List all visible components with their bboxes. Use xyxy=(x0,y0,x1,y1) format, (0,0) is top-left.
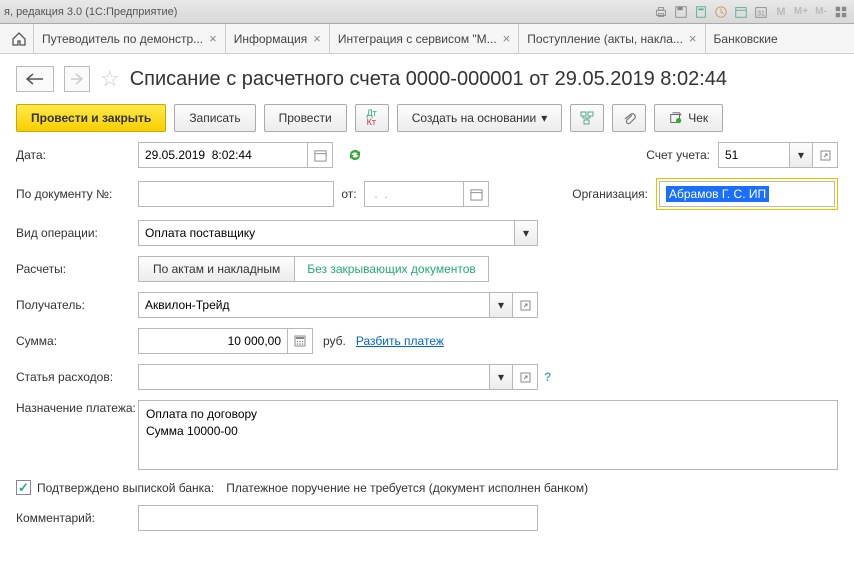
date-icon[interactable]: 31 xyxy=(752,3,770,21)
home-tab[interactable] xyxy=(4,24,34,53)
calc-label: Расчеты: xyxy=(16,262,138,276)
chevron-down-icon[interactable]: ▾ xyxy=(489,292,513,318)
check-icon: ✓ xyxy=(18,481,29,494)
account-label: Счет учета: xyxy=(646,148,710,162)
org-field[interactable]: Абрамов Г. С. ИП xyxy=(659,181,835,207)
date-label: Дата: xyxy=(16,148,138,162)
chevron-down-icon: ▾ xyxy=(541,111,547,125)
close-icon[interactable]: × xyxy=(313,31,321,46)
calc-icon[interactable] xyxy=(692,3,710,21)
tab-integration[interactable]: Интеграция с сервисом "М...× xyxy=(330,24,519,53)
sum-label: Сумма: xyxy=(16,334,138,348)
toolbar: Провести и закрыть Записать Провести ДтК… xyxy=(0,98,854,142)
calculator-button[interactable] xyxy=(287,328,313,354)
post-button[interactable]: Провести xyxy=(264,104,347,132)
window-titlebar: я, редакция 3.0 (1С:Предприятие) 31 M M+… xyxy=(0,0,854,24)
optype-field[interactable] xyxy=(138,220,514,246)
refresh-icon[interactable] xyxy=(347,148,363,162)
tabbar: Путеводитель по демонстр...× Информация×… xyxy=(0,24,854,54)
open-button[interactable] xyxy=(512,292,538,318)
calendar-button[interactable] xyxy=(307,142,333,168)
expense-field[interactable] xyxy=(138,364,489,390)
m-icon[interactable]: M xyxy=(772,3,790,21)
docnum-field[interactable] xyxy=(138,181,334,207)
form: Дата: Счет учета: ▾ По документу №: от: … xyxy=(0,142,854,551)
calendar-icon[interactable] xyxy=(732,3,750,21)
account-field[interactable] xyxy=(718,142,789,168)
titlebar-icons: 31 M M+ M- xyxy=(652,3,850,21)
split-payment-link[interactable]: Разбить платеж xyxy=(356,334,444,348)
favorite-icon[interactable]: ☆ xyxy=(100,66,120,92)
open-button[interactable] xyxy=(512,364,538,390)
save-button[interactable]: Записать xyxy=(174,104,255,132)
confirmed-label: Подтверждено выпиской банка: xyxy=(37,481,214,495)
chevron-down-icon[interactable]: ▾ xyxy=(489,364,513,390)
comment-label: Комментарий: xyxy=(16,511,138,525)
calc-no-docs-link[interactable]: Без закрывающих документов xyxy=(295,256,489,282)
print-icon[interactable] xyxy=(652,3,670,21)
forward-button[interactable] xyxy=(64,66,90,92)
tab-guide[interactable]: Путеводитель по демонстр...× xyxy=(34,24,226,53)
open-button[interactable] xyxy=(812,142,838,168)
confirmed-note: Платежное поручение не требуется (докуме… xyxy=(226,481,588,495)
recipient-label: Получатель: xyxy=(16,298,138,312)
recipient-field[interactable] xyxy=(138,292,489,318)
calc-by-acts-button[interactable]: По актам и накладным xyxy=(138,256,295,282)
expense-label: Статья расходов: xyxy=(16,370,138,384)
calendar-button[interactable] xyxy=(463,181,489,207)
structure-button[interactable] xyxy=(570,104,604,132)
org-label: Организация: xyxy=(572,187,648,201)
currency-label: руб. xyxy=(323,334,346,348)
confirmed-checkbox[interactable]: ✓ Подтверждено выпиской банка: xyxy=(16,480,214,495)
optype-label: Вид операции: xyxy=(16,226,138,240)
chevron-down-icon[interactable]: ▾ xyxy=(789,142,813,168)
sum-field[interactable] xyxy=(138,328,288,354)
save-icon[interactable] xyxy=(672,3,690,21)
post-close-button[interactable]: Провести и закрыть xyxy=(16,104,166,132)
window-title: я, редакция 3.0 (1С:Предприятие) xyxy=(4,6,177,18)
m-plus-icon[interactable]: M+ xyxy=(792,3,810,21)
close-icon[interactable]: × xyxy=(209,31,217,46)
chevron-down-icon[interactable]: ▾ xyxy=(514,220,538,246)
help-icon[interactable]: ? xyxy=(544,370,551,384)
date-field[interactable] xyxy=(138,142,308,168)
tab-receipt[interactable]: Поступление (акты, накла...× xyxy=(519,24,705,53)
svg-text:31: 31 xyxy=(757,10,765,17)
purpose-field[interactable] xyxy=(138,400,838,470)
tab-bank[interactable]: Банковские xyxy=(706,24,786,53)
docnum-label: По документу №: xyxy=(16,187,138,201)
from-label: от: xyxy=(334,187,364,201)
from-date-field[interactable] xyxy=(364,181,464,207)
grid-icon[interactable] xyxy=(832,3,850,21)
purpose-label: Назначение платежа: xyxy=(16,400,138,417)
page-header: ☆ Списание с расчетного счета 0000-00000… xyxy=(0,54,854,98)
clock-icon[interactable] xyxy=(712,3,730,21)
tab-info[interactable]: Информация× xyxy=(226,24,330,53)
dt-kt-button[interactable]: ДтКт xyxy=(355,104,389,132)
attach-button[interactable] xyxy=(612,104,646,132)
close-icon[interactable]: × xyxy=(689,31,697,46)
create-based-button[interactable]: Создать на основании▾ xyxy=(397,104,563,132)
page-title: Списание с расчетного счета 0000-000001 … xyxy=(130,68,727,91)
m-minus-icon[interactable]: M- xyxy=(812,3,830,21)
back-button[interactable] xyxy=(16,66,54,92)
close-icon[interactable]: × xyxy=(503,31,511,46)
comment-field[interactable] xyxy=(138,505,538,531)
check-button[interactable]: Чек xyxy=(654,104,723,132)
